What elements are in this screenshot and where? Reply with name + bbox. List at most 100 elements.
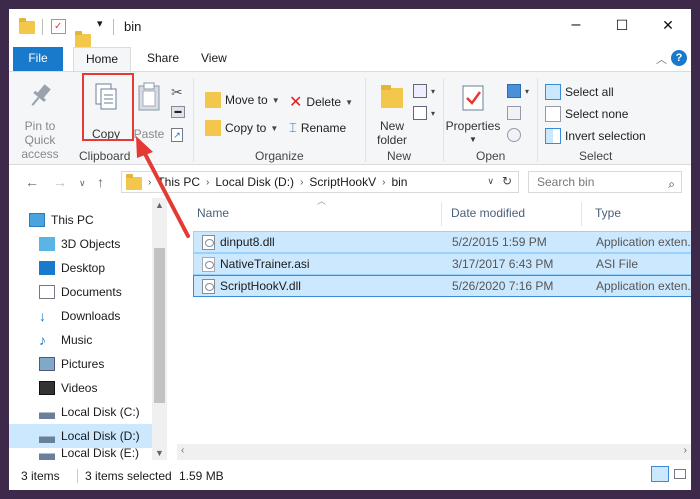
back-arrow-icon[interactable]: ←	[25, 174, 39, 190]
horizontal-scrollbar[interactable]: ‹ ›	[177, 444, 691, 460]
table-row[interactable]: dinput8.dll 5/2/2015 1:59 PM Application…	[193, 231, 691, 253]
select-group-label: Select	[579, 149, 613, 163]
file-date: 3/17/2017 6:43 PM	[452, 257, 554, 271]
select-all-button[interactable]: Select all	[545, 84, 614, 100]
drive-icon	[39, 446, 55, 460]
history-icon[interactable]	[507, 128, 521, 142]
tab-share[interactable]: Share	[137, 47, 189, 71]
scroll-down-icon[interactable]: ▼	[155, 448, 164, 458]
pin-label-2: access	[21, 147, 59, 161]
download-icon: ↓	[39, 308, 46, 324]
scroll-right-icon[interactable]: ›	[684, 445, 687, 456]
help-icon[interactable]: ?	[671, 50, 687, 66]
title-bar: ✓ ▾ bin – ☐ ✕	[9, 9, 691, 47]
rename-button[interactable]: ⌶ Rename	[289, 120, 346, 136]
tab-home[interactable]: Home	[73, 47, 131, 72]
address-dropdown-icon[interactable]: ∨	[487, 176, 494, 187]
minimize-button[interactable]: –	[553, 9, 599, 41]
nav-scrollbar-thumb[interactable]	[154, 248, 165, 403]
sidebar-item-local-disk-c[interactable]: Local Disk (C:)	[9, 400, 152, 424]
properties-button[interactable]: Properties ▼	[445, 80, 501, 147]
move-to-button[interactable]: Move to ▼	[205, 92, 280, 108]
scroll-left-icon[interactable]: ‹	[181, 445, 184, 456]
table-row[interactable]: NativeTrainer.asi 3/17/2017 6:43 PM ASI …	[193, 253, 691, 275]
computer-icon	[29, 213, 45, 227]
move-to-icon	[205, 92, 221, 108]
scroll-up-icon[interactable]: ▲	[155, 200, 164, 210]
breadcrumb-bin[interactable]: bin	[391, 175, 407, 189]
new-item-icon[interactable]: ▾	[413, 84, 435, 98]
tab-view[interactable]: View	[191, 47, 237, 71]
file-list: ︿ Name Date modified Type dinput8.dll 5/…	[167, 196, 691, 460]
column-header-date-modified[interactable]: Date modified	[451, 198, 525, 228]
customize-quick-access-icon[interactable]: ▾	[97, 17, 103, 33]
edit-icon[interactable]	[507, 106, 521, 120]
paste-icon	[138, 82, 160, 111]
music-icon: ♪	[39, 332, 46, 348]
close-button[interactable]: ✕	[645, 9, 691, 41]
sidebar-item-pictures[interactable]: Pictures	[9, 352, 152, 376]
column-header-name[interactable]: Name	[197, 198, 229, 228]
sidebar-item-local-disk-d[interactable]: Local Disk (D:)	[9, 424, 152, 448]
breadcrumb-scripthookv[interactable]: ScriptHookV	[309, 175, 376, 189]
delete-icon: ✕	[289, 94, 303, 111]
sidebar-item-videos[interactable]: Videos	[9, 376, 152, 400]
sidebar-item-documents[interactable]: Documents	[9, 280, 152, 304]
copy-to-button[interactable]: Copy to ▼	[205, 120, 278, 136]
new-folder-quick-access-icon[interactable]	[75, 31, 91, 47]
search-icon: ⌕	[668, 177, 675, 191]
invert-selection-button[interactable]: Invert selection	[545, 128, 646, 144]
divider	[113, 19, 114, 35]
breadcrumb-this-pc[interactable]: This PC	[157, 175, 200, 189]
delete-button[interactable]: ✕ Delete ▼	[289, 92, 353, 112]
asi-file-icon	[202, 257, 215, 272]
collapse-ribbon-icon[interactable]: ︿	[656, 51, 667, 67]
forward-arrow-icon[interactable]: →	[53, 174, 67, 190]
breadcrumb-local-disk-d[interactable]: Local Disk (D:)	[215, 175, 294, 189]
item-count: 3 items	[21, 469, 60, 483]
column-divider[interactable]	[441, 202, 442, 226]
tab-file[interactable]: File	[13, 47, 63, 71]
easy-access-icon[interactable]: ▾	[413, 106, 435, 120]
properties-quick-access-icon[interactable]: ✓	[51, 19, 66, 34]
group-divider	[537, 78, 538, 162]
file-name: ScriptHookV.dll	[220, 279, 301, 293]
sidebar-item-desktop[interactable]: Desktop	[9, 256, 152, 280]
sidebar-item-local-disk-e[interactable]: Local Disk (E:)	[9, 446, 152, 460]
select-none-button[interactable]: Select none	[545, 106, 628, 122]
recent-locations-icon[interactable]: ∨	[79, 178, 86, 189]
large-icons-view-icon[interactable]	[671, 466, 689, 482]
selected-count: 3 items selected	[85, 469, 172, 483]
column-header-type[interactable]: Type	[595, 198, 621, 228]
table-row[interactable]: ScriptHookV.dll 5/26/2020 7:16 PM Applic…	[193, 275, 691, 297]
sidebar-item-music[interactable]: ♪ Music	[9, 328, 152, 352]
invert-selection-icon	[545, 128, 561, 144]
sidebar-item-this-pc[interactable]: This PC	[9, 208, 152, 232]
copy-to-icon	[205, 120, 221, 136]
rename-icon: ⌶	[289, 120, 297, 135]
details-view-icon[interactable]	[651, 466, 669, 482]
search-input[interactable]: Search bin ⌕	[528, 171, 682, 193]
refresh-icon[interactable]: ↻	[502, 174, 512, 188]
paste-shortcut-icon[interactable]: ↗	[171, 128, 183, 142]
sidebar-item-downloads[interactable]: ↓ Downloads	[9, 304, 152, 328]
address-bar[interactable]: › This PC › Local Disk (D:) › ScriptHook…	[121, 171, 519, 193]
up-arrow-icon[interactable]: ↑	[97, 174, 104, 190]
column-divider[interactable]	[581, 202, 582, 226]
pictures-icon	[39, 357, 55, 371]
pin-to-quick-access-button[interactable]: Pin to Quick access	[11, 80, 69, 161]
group-divider	[193, 78, 194, 162]
maximize-button[interactable]: ☐	[599, 9, 645, 41]
status-bar: 3 items 3 items selected 1.59 MB	[9, 460, 691, 490]
sort-ascending-icon: ︿	[317, 196, 327, 206]
copy-path-icon[interactable]: ▬	[171, 106, 185, 118]
cut-icon[interactable]: ✂	[171, 84, 183, 101]
new-folder-button[interactable]: New folder	[369, 80, 415, 147]
pin-label: Pin to Quick	[24, 119, 56, 147]
sidebar-item-3d-objects[interactable]: 3D Objects	[9, 232, 152, 256]
dll-file-icon	[202, 235, 215, 250]
drive-icon	[39, 429, 55, 443]
file-name: dinput8.dll	[220, 235, 275, 249]
open-icon[interactable]: ▾	[507, 84, 529, 98]
paste-button[interactable]: Paste	[133, 80, 165, 141]
